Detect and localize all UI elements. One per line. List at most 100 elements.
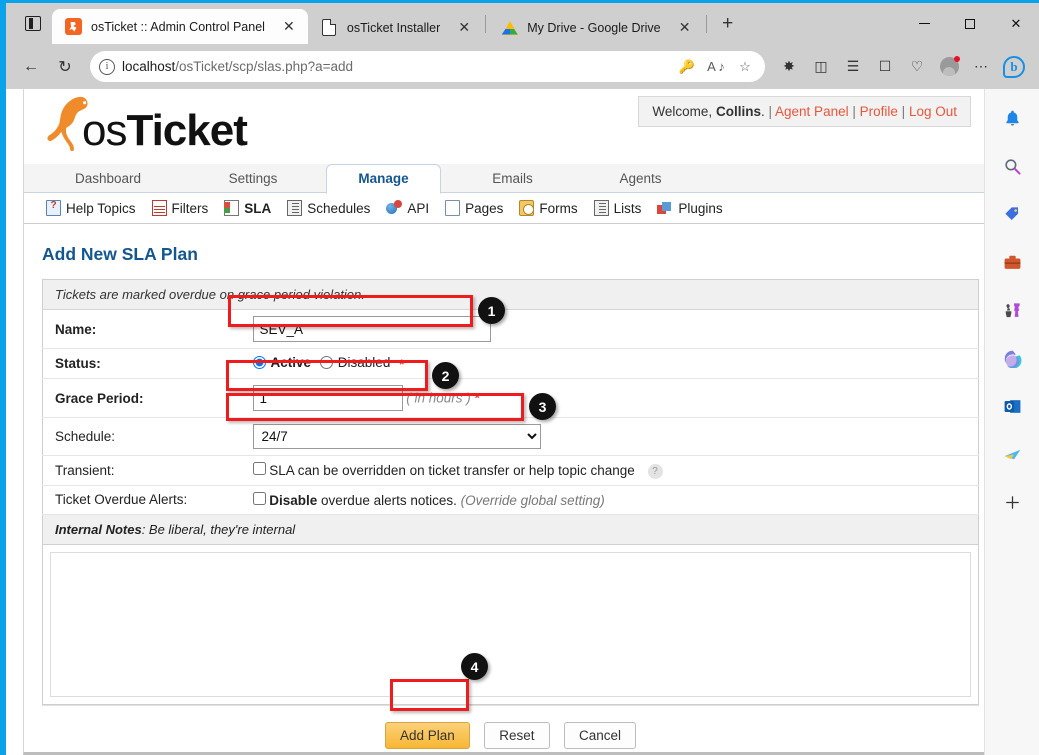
search-icon[interactable] bbox=[995, 149, 1029, 183]
copilot-icon[interactable]: b bbox=[999, 52, 1029, 82]
transient-checkbox[interactable] bbox=[252, 462, 266, 475]
welcome-separator: | bbox=[901, 104, 906, 119]
subnav-item-plugins[interactable]: Plugins bbox=[657, 200, 723, 216]
status-disabled-radio[interactable] bbox=[319, 356, 333, 369]
logout-link[interactable]: Log Out bbox=[909, 104, 957, 119]
form-row-schedule: Schedule: 24/7 bbox=[42, 417, 979, 456]
schedules-icon bbox=[287, 200, 303, 216]
browser-tab-google-drive[interactable]: My Drive - Google Drive ✕ bbox=[488, 11, 703, 44]
new-tab-button[interactable]: + bbox=[713, 9, 743, 39]
maximize-button[interactable] bbox=[947, 3, 993, 44]
tab-title: My Drive - Google Drive bbox=[527, 20, 661, 35]
collections-icon[interactable]: ☰ bbox=[839, 53, 867, 81]
microsoft-365-icon[interactable] bbox=[995, 341, 1029, 375]
grace-period-input[interactable] bbox=[252, 385, 403, 411]
reset-button[interactable]: Reset bbox=[484, 721, 550, 749]
close-icon[interactable]: ✕ bbox=[278, 16, 300, 38]
status-active-option[interactable]: Active bbox=[252, 355, 311, 370]
games-icon[interactable] bbox=[995, 293, 1029, 327]
welcome-separator: | bbox=[852, 104, 856, 119]
schedule-select[interactable]: 24/7 bbox=[252, 424, 541, 449]
osticket-logo[interactable]: osTicket bbox=[42, 93, 272, 159]
key-icon[interactable]: 🔑 bbox=[676, 56, 698, 78]
agent-panel-link[interactable]: Agent Panel bbox=[775, 104, 849, 119]
filters-icon bbox=[151, 200, 167, 216]
minimize-button[interactable] bbox=[901, 3, 947, 44]
notifications-bell-icon[interactable] bbox=[995, 101, 1029, 135]
sidebar-panel-icon bbox=[25, 16, 41, 31]
read-aloud-icon[interactable]: A ♪ bbox=[705, 56, 727, 78]
transient-label: Transient: bbox=[42, 455, 243, 486]
grace-period-cell: ( in hours ) * bbox=[242, 378, 979, 418]
subnav-item-filters[interactable]: Filters bbox=[151, 200, 208, 216]
reload-button[interactable]: ↻ bbox=[50, 52, 80, 82]
welcome-bar: Welcome, Collins. | Agent Panel | Profil… bbox=[638, 96, 971, 127]
settings-more-icon[interactable]: ⋯ bbox=[967, 53, 995, 81]
subnav-label: Lists bbox=[613, 200, 642, 216]
schedule-label: Schedule: bbox=[42, 417, 243, 456]
subnav-item-pages[interactable]: Pages bbox=[445, 200, 503, 216]
overdue-alerts-checkbox[interactable] bbox=[252, 491, 266, 505]
site-info-icon[interactable]: i bbox=[99, 58, 115, 75]
close-window-button[interactable]: ✕ bbox=[993, 3, 1039, 44]
tab-manage[interactable]: Manage bbox=[326, 164, 441, 194]
send-plane-icon[interactable] bbox=[995, 437, 1029, 471]
add-favorite-icon[interactable]: ☐ bbox=[871, 53, 899, 81]
tab-actions-icon[interactable] bbox=[14, 3, 52, 44]
internal-notes-subtitle: : Be liberal, they're internal bbox=[141, 521, 296, 537]
url-bar[interactable]: i localhost/osTicket/scp/slas.php?a=add … bbox=[90, 51, 765, 82]
welcome-separator: | bbox=[768, 104, 773, 119]
profile-link[interactable]: Profile bbox=[860, 104, 898, 119]
subnav-item-sla[interactable]: SLA bbox=[224, 200, 271, 216]
subnav-item-api[interactable]: API bbox=[386, 200, 429, 216]
name-label: Name: bbox=[42, 309, 243, 349]
osticket-wordmark: osTicket bbox=[82, 106, 248, 155]
overdue-disable-word: Disable bbox=[269, 492, 318, 508]
status-disabled-option[interactable]: Disabled bbox=[319, 355, 391, 370]
add-sidebar-icon[interactable] bbox=[995, 485, 1029, 519]
tab-divider bbox=[485, 14, 487, 33]
address-bar: ← ↻ i localhost/osTicket/scp/slas.php?a=… bbox=[6, 44, 1039, 89]
tab-dashboard[interactable]: Dashboard bbox=[44, 164, 172, 193]
cancel-button[interactable]: Cancel bbox=[563, 721, 636, 749]
annotation-number-4: 4 bbox=[461, 653, 488, 680]
tab-agents[interactable]: Agents bbox=[584, 164, 697, 193]
transient-text: SLA can be overridden on ticket transfer… bbox=[269, 463, 635, 478]
outlook-icon[interactable] bbox=[995, 389, 1029, 423]
shopping-tag-icon[interactable] bbox=[995, 197, 1029, 231]
split-screen-icon[interactable]: ◫ bbox=[807, 53, 835, 81]
subnav-item-help-topics[interactable]: Help Topics bbox=[46, 200, 136, 216]
tab-emails[interactable]: Emails bbox=[454, 164, 571, 193]
tab-settings[interactable]: Settings bbox=[192, 164, 314, 193]
osticket-favicon bbox=[65, 18, 82, 35]
favorite-star-icon[interactable]: ☆ bbox=[734, 56, 756, 78]
subnav-item-lists[interactable]: Lists bbox=[593, 200, 642, 216]
close-icon[interactable]: ✕ bbox=[674, 17, 696, 39]
browser-essentials-icon[interactable]: ♡ bbox=[903, 53, 931, 81]
name-input[interactable] bbox=[252, 316, 491, 342]
status-active-radio[interactable] bbox=[252, 356, 266, 369]
status-disabled-label: Disabled bbox=[337, 355, 391, 370]
osticket-app: osTicket Welcome, Collins. | Agent Panel… bbox=[24, 89, 989, 755]
profile-avatar[interactable] bbox=[935, 53, 963, 81]
extensions-icon[interactable]: ✸ bbox=[775, 53, 803, 81]
browser-window: osTicket :: Admin Control Panel ✕ osTick… bbox=[6, 3, 1039, 755]
browser-tab-osticket-admin[interactable]: osTicket :: Admin Control Panel ✕ bbox=[52, 9, 308, 44]
form-row-status: Status: Active Disabled * bbox=[42, 348, 979, 379]
subnav-label: Plugins bbox=[678, 200, 723, 216]
subnav-item-forms[interactable]: Forms bbox=[519, 200, 578, 216]
annotation-number-3: 3 bbox=[529, 393, 556, 420]
welcome-prefix: Welcome, bbox=[652, 104, 713, 119]
pages-icon bbox=[445, 200, 461, 216]
form-row-grace-period: Grace Period: ( in hours ) * bbox=[42, 378, 979, 418]
close-icon[interactable]: ✕ bbox=[453, 17, 475, 39]
internal-notes-textarea[interactable] bbox=[50, 551, 971, 697]
subnav-item-schedules[interactable]: Schedules bbox=[287, 200, 370, 216]
briefcase-icon[interactable] bbox=[995, 245, 1029, 279]
help-tooltip-icon[interactable]: ? bbox=[647, 463, 663, 479]
page-frame: osTicket Welcome, Collins. | Agent Panel… bbox=[23, 89, 990, 755]
back-button[interactable]: ← bbox=[16, 52, 46, 82]
add-plan-button[interactable]: Add Plan bbox=[384, 721, 470, 749]
google-drive-favicon bbox=[501, 19, 518, 36]
browser-tab-osticket-installer[interactable]: osTicket Installer ✕ bbox=[308, 11, 483, 44]
